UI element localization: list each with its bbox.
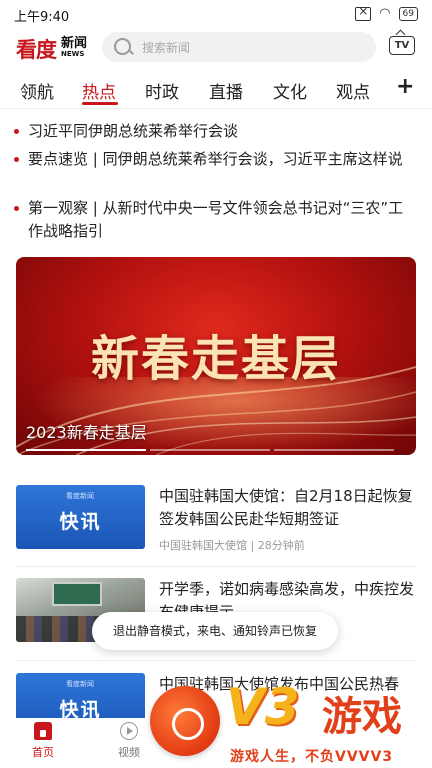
news-item[interactable]: 看度新闻 快讯 中国驻韩国大使馆：自2月18日起恢复签发韩国公民赴华短期签证 中… (16, 485, 416, 559)
watermark-brand: 游戏 (322, 694, 402, 740)
bullet-icon (14, 129, 19, 134)
tv-button[interactable]: TV (389, 36, 415, 55)
search-input[interactable]: 搜索新闻 (102, 32, 376, 62)
tab-shizheng[interactable]: 时政 (145, 78, 179, 103)
search-placeholder: 搜索新闻 (142, 41, 191, 55)
banner-title: 新春走基层 (90, 331, 341, 387)
bullet-icon (14, 157, 19, 162)
add-channel-button[interactable]: + (396, 74, 414, 99)
nav-home[interactable]: 首页 (13, 722, 73, 760)
carousel-dot (150, 449, 270, 451)
silent-mode-toast: 退出静音模式，来电、通知铃声已恢复 (92, 612, 338, 650)
headline-text: 习近平同伊朗总统莱希举行会谈 (28, 122, 239, 140)
news-source: 中国驻韩国大使馆 (159, 539, 247, 552)
logo-sub: 新闻 NEWS (61, 36, 88, 59)
channel-tabs: 领航 热点 时政 直播 文化 观点 + (0, 70, 432, 106)
active-tab-indicator (82, 102, 118, 105)
headline-text: 第一观察 | 从新时代中央一号文件领会总书记对“三农”工作战略指引 (28, 199, 404, 240)
thumb-brand: 看度新闻 (66, 492, 94, 500)
divider (16, 660, 416, 661)
logo-main: 看度 (16, 37, 57, 62)
battery-icon: 69 (398, 6, 418, 21)
news-meta: 中国驻韩国大使馆 | 28分钟前 (159, 539, 305, 552)
feature-banner[interactable]: 新春走基层 2023新春走基层 (16, 257, 416, 455)
headline-item[interactable]: 要点速览 | 同伊朗总统莱希举行会谈，习近平主席这样说 (14, 148, 414, 171)
video-icon (120, 722, 138, 740)
thumb-brand: 看度新闻 (66, 680, 94, 688)
headline-item[interactable]: 习近平同伊朗总统莱希举行会谈 (14, 120, 414, 143)
blackboard-image (52, 582, 102, 606)
nav-label: 首页 (32, 746, 54, 759)
watermark-slogan: 游戏人生，不负VVVV3 (230, 749, 394, 765)
tab-linghang[interactable]: 领航 (20, 78, 54, 103)
thumb-label: 快讯 (59, 511, 102, 533)
carousel-dot (274, 449, 394, 451)
divider (0, 108, 432, 109)
no-sim-icon (355, 4, 372, 21)
tab-redian[interactable]: 热点 (82, 78, 116, 103)
app-logo[interactable]: 看度 新闻 NEWS (16, 34, 87, 64)
logo-en: NEWS (61, 50, 85, 58)
carousel-dot (26, 449, 146, 451)
logo-cn: 新闻 (61, 36, 88, 51)
wifi-icon: ◠ (379, 6, 391, 21)
search-icon (114, 38, 131, 55)
home-icon (34, 722, 52, 740)
tab-wenhua[interactable]: 文化 (273, 78, 307, 103)
headline-text: 要点速览 | 同伊朗总统莱希举行会谈，习近平主席这样说 (28, 150, 403, 168)
banner-caption: 2023新春走基层 (26, 423, 147, 442)
news-thumbnail: 看度新闻 快讯 (16, 485, 145, 549)
news-title: 中国驻韩国大使馆：自2月18日起恢复签发韩国公民赴华短期签证 (159, 487, 413, 528)
carousel-indicator (26, 449, 394, 451)
divider (16, 566, 416, 567)
headline-item[interactable]: 第一观察 | 从新时代中央一号文件领会总书记对“三农”工作战略指引 (14, 197, 414, 243)
tab-guandian[interactable]: 观点 (336, 78, 370, 103)
status-icons: ◠ 69 (355, 4, 418, 21)
status-bar: 上午9:40 ◠ 69 (0, 0, 432, 28)
bullet-icon (14, 206, 19, 211)
tab-zhibo[interactable]: 直播 (209, 78, 243, 103)
news-time: 28分钟前 (257, 539, 305, 552)
app-header: 看度 新闻 NEWS 搜索新闻 TV (0, 32, 432, 68)
status-time: 上午9:40 (14, 10, 70, 25)
watermark-logo-icon (150, 686, 220, 756)
watermark: V3 游戏 游戏人生，不负VVVV3 (150, 672, 432, 768)
watermark-v3: V3 (226, 678, 300, 736)
nav-label: 视频 (118, 746, 140, 759)
